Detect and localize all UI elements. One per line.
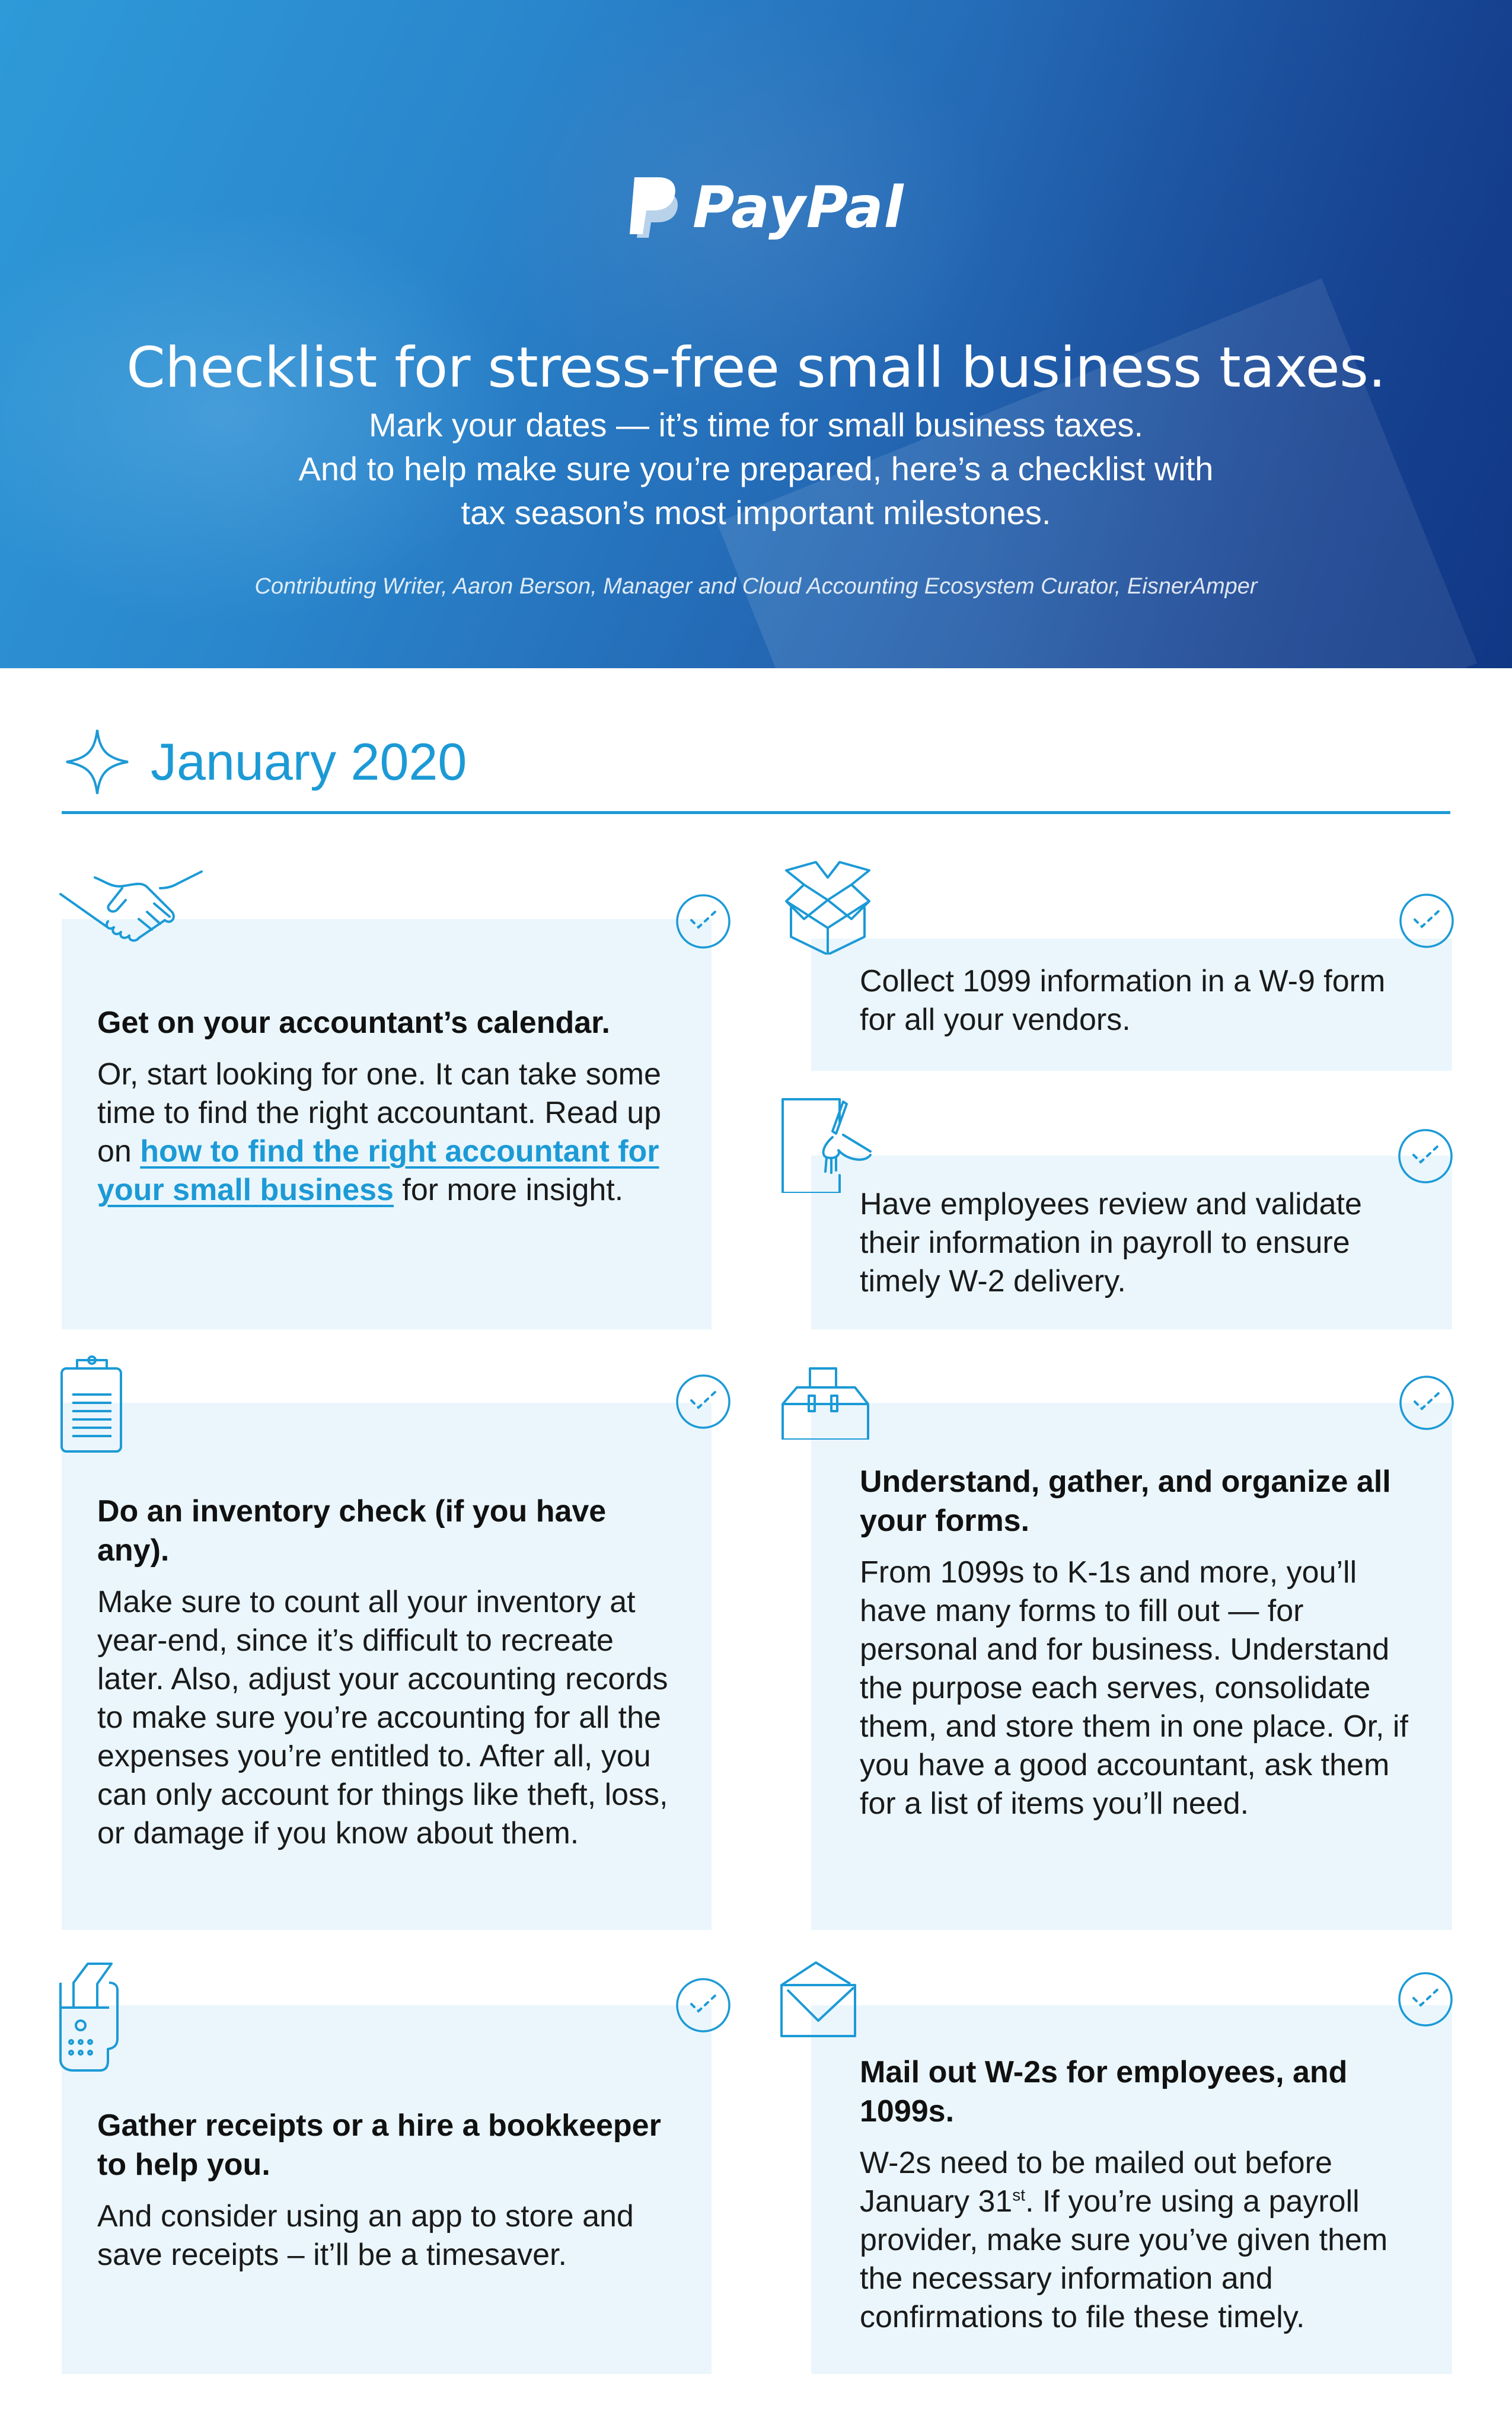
hero-banner: PayPal Checklist for stress-free small b…: [0, 0, 1512, 668]
card-title: Understand, gather, and organize all you…: [860, 1464, 1391, 1538]
checkbox[interactable]: [1397, 1128, 1454, 1185]
envelope-icon: [780, 1961, 861, 2038]
check-circle-icon: [1398, 1972, 1453, 2027]
page-title: Checklist for stress-free small business…: [126, 335, 1386, 400]
card-body: Or, start looking for one. It can take s…: [97, 1055, 676, 1210]
section-header: January 2020: [62, 723, 467, 800]
clipboard-icon: [59, 1353, 125, 1454]
receipt-terminal-icon: [58, 1960, 123, 2073]
hero-subtitle-line: Mark your dates — it’s time for small bu…: [368, 406, 1144, 443]
section-divider: [62, 811, 1450, 814]
card-body-text: for more insight.: [393, 1173, 624, 1207]
checkbox[interactable]: [1397, 1971, 1454, 2028]
card-title: Do an inventory check (if you have any).: [97, 1494, 607, 1568]
checklist-card: Mail out W-2s for employees, and 1099s. …: [811, 2005, 1452, 2374]
card-body: Make sure to count all your inventory at…: [97, 1585, 668, 1850]
check-circle-icon: [1398, 1129, 1453, 1183]
ordinal-suffix: st: [1012, 2185, 1026, 2204]
card-title: Mail out W-2s for employees, and 1099s.: [860, 2055, 1348, 2129]
checkbox[interactable]: [1398, 1374, 1455, 1431]
card-body: W-2s need to be mailed out before Januar…: [860, 2144, 1417, 2337]
checkbox[interactable]: [675, 1373, 732, 1430]
checkbox[interactable]: [675, 893, 732, 950]
author-credit: Contributing Writer, Aaron Berson, Manag…: [254, 574, 1258, 599]
check-circle-icon: [676, 1374, 731, 1429]
checklist-card: Get on your accountant’s calendar. Or, s…: [62, 919, 712, 1329]
card-body: Have employees review and validate their…: [860, 1187, 1362, 1298]
checklist-card: Do an inventory check (if you have any).…: [62, 1403, 712, 1930]
signing-document-icon: [781, 1098, 876, 1193]
card-body: Collect 1099 information in a W-9 form f…: [860, 964, 1386, 1037]
sparkle-icon: [66, 729, 129, 795]
paypal-p-icon: [630, 177, 678, 238]
check-circle-icon: [1399, 894, 1454, 948]
toolbox-icon: [781, 1363, 870, 1440]
card-title: Gather receipts or a hire a bookkeeper t…: [97, 2108, 661, 2182]
card-body: From 1099s to K-1s and more, you’ll have…: [860, 1555, 1408, 1821]
checklist-card: Gather receipts or a hire a bookkeeper t…: [62, 2005, 712, 2374]
checkbox[interactable]: [675, 1977, 732, 2034]
checklist-card: Have employees review and validate their…: [811, 1156, 1452, 1329]
handshake-icon: [59, 870, 208, 947]
check-circle-icon: [1399, 1376, 1454, 1430]
card-body: And consider using an app to store and s…: [97, 2199, 634, 2272]
hero-subtitle-line: tax season’s most important milestones.: [461, 494, 1051, 531]
open-box-icon: [780, 860, 875, 955]
checklist-card: Understand, gather, and organize all you…: [811, 1403, 1452, 1930]
section-title: January 2020: [151, 732, 467, 791]
checkbox[interactable]: [1398, 892, 1455, 949]
card-title: Get on your accountant’s calendar.: [97, 1006, 610, 1040]
checklist-card: Collect 1099 information in a W-9 form f…: [811, 939, 1452, 1071]
hero-subtitle-line: And to help make sure you’re prepared, h…: [298, 450, 1214, 487]
check-circle-icon: [676, 1978, 731, 2033]
brand-name: PayPal: [693, 174, 904, 241]
check-circle-icon: [676, 894, 731, 949]
hero-subtitle: Mark your dates — it’s time for small bu…: [0, 403, 1512, 535]
paypal-logo: PayPal: [627, 172, 904, 243]
